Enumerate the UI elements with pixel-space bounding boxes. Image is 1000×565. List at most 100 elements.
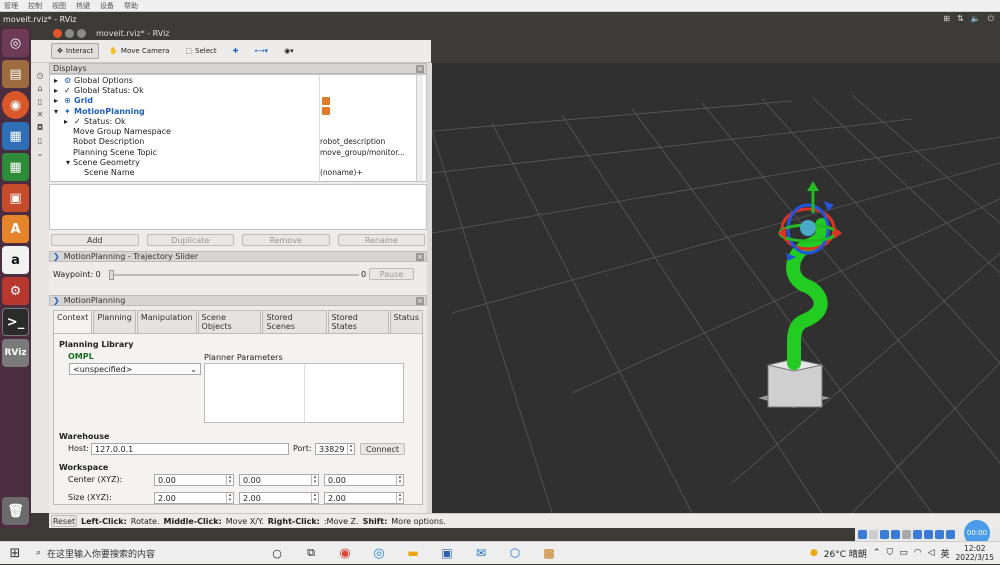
host-input[interactable]: 127.0.0.1: [91, 443, 289, 455]
display-icon[interactable]: [913, 530, 922, 539]
volume-icon[interactable]: 🔈: [971, 14, 981, 24]
vm-menu-item[interactable]: 控制: [28, 1, 42, 11]
taskbar-search-box[interactable]: ⌕ 在这里输入你要搜索的内容: [30, 542, 260, 565]
port-input[interactable]: 33829 ▴ ▾: [315, 443, 355, 455]
shared-folder-icon[interactable]: [902, 530, 911, 539]
virtualbox-icon[interactable]: ⬡: [498, 546, 532, 560]
chrome-icon[interactable]: ◉: [328, 546, 362, 561]
remove-button[interactable]: Remove: [242, 234, 330, 246]
pause-button[interactable]: Pause: [369, 268, 414, 280]
grid-enabled-checkbox[interactable]: [322, 96, 330, 105]
tab-scene-objects[interactable]: Scene Objects: [197, 310, 262, 333]
down-icon[interactable]: ⌄: [37, 149, 44, 158]
volume-icon[interactable]: ◁: [928, 548, 935, 558]
power-icon[interactable]: ⏻: [988, 14, 994, 24]
edge-icon[interactable]: ◎: [362, 546, 396, 561]
vm-menu-item[interactable]: 管理: [4, 1, 18, 11]
close-panel-icon[interactable]: ×: [416, 252, 424, 261]
weather-text[interactable]: 26°C 晴朗: [824, 547, 867, 560]
size-y-input[interactable]: 2.00 ▴ ▾: [239, 492, 319, 504]
spin-arrows-icon[interactable]: ▴ ▾: [396, 475, 403, 485]
wifi-icon[interactable]: ◠: [914, 548, 922, 558]
clock-icon[interactable]: ◷: [37, 71, 44, 80]
trash-icon[interactable]: 🗑: [2, 497, 29, 525]
close-panel-icon[interactable]: ×: [416, 64, 424, 73]
spin-arrows-icon[interactable]: ▴ ▾: [347, 444, 354, 454]
record-icon[interactable]: [924, 530, 933, 539]
tab-planning[interactable]: Planning: [93, 310, 136, 333]
tab-stored-states[interactable]: Stored States: [327, 310, 389, 333]
duplicate-button[interactable]: Duplicate: [146, 234, 234, 246]
impress-icon[interactable]: ▣: [2, 184, 29, 212]
vm-menu-item[interactable]: 帮助: [124, 1, 138, 11]
tray-chevron-icon[interactable]: ⌃: [873, 548, 881, 558]
view-tool-button[interactable]: ◉▾: [278, 43, 300, 59]
move-camera-tool[interactable]: ✋ Move Camera: [103, 43, 175, 59]
firefox-icon[interactable]: ◉: [2, 91, 29, 119]
spin-arrows-icon[interactable]: ▴ ▾: [226, 475, 233, 485]
tree-row[interactable]: ▸ ✓ Global Status: Ok: [50, 85, 426, 95]
interact-tool[interactable]: ✥ Interact: [51, 43, 100, 59]
expand-arrow-icon[interactable]: ▸: [54, 86, 64, 95]
app-icon[interactable]: ▩: [532, 546, 566, 560]
cd-icon[interactable]: [869, 530, 878, 539]
motion-planning-enabled-checkbox[interactable]: [322, 106, 330, 115]
keyboard-icon[interactable]: ⊞: [943, 14, 950, 24]
tab-manipulation[interactable]: Manipulation: [136, 310, 197, 333]
calc-icon[interactable]: ▦: [2, 153, 29, 181]
network-icon[interactable]: ⇅: [957, 14, 964, 24]
defender-icon[interactable]: ⛉: [886, 548, 893, 558]
tree-row[interactable]: ▾ Scene Geometry: [50, 157, 426, 167]
vm-menu-item[interactable]: 视图: [52, 1, 66, 11]
close-panel-icon[interactable]: ×: [416, 296, 424, 305]
size-x-input[interactable]: 2.00 ▴ ▾: [154, 492, 234, 504]
tab-stored-scenes[interactable]: Stored Scenes: [262, 310, 327, 333]
rename-button[interactable]: Rename: [337, 234, 425, 246]
widgets-icon[interactable]: ⧉: [294, 546, 328, 560]
x-icon[interactable]: ✕: [37, 110, 44, 119]
tree-row[interactable]: ▸ ⊕ Grid: [50, 96, 426, 106]
close-icon[interactable]: [53, 28, 62, 38]
software-center-icon[interactable]: A: [2, 215, 29, 243]
add-button[interactable]: Add: [51, 234, 139, 246]
minimize-icon[interactable]: [65, 28, 74, 38]
cpu-icon[interactable]: [935, 530, 944, 539]
camera-small-icon[interactable]: ◘: [37, 123, 43, 132]
terminal-icon[interactable]: >_: [2, 308, 29, 336]
reset-button[interactable]: Reset: [51, 515, 77, 527]
measure-tool-button[interactable]: ⟷▾: [249, 43, 275, 59]
planning-scene-topic-value[interactable]: move_group/monitor...: [320, 148, 405, 157]
tree-row[interactable]: Planning Scene Topic move_group/monitor.…: [50, 147, 426, 157]
rviz-icon[interactable]: RViz: [2, 339, 29, 367]
spin-arrows-icon[interactable]: ▴ ▾: [311, 475, 318, 485]
waypoint-slider[interactable]: [109, 274, 359, 276]
size-z-input[interactable]: 2.00 ▴ ▾: [324, 492, 404, 504]
writer-icon[interactable]: ▦: [2, 122, 29, 150]
mail-icon[interactable]: ✉: [464, 546, 498, 560]
collapse-arrow-icon[interactable]: ▾: [54, 107, 64, 116]
tab-context[interactable]: Context: [53, 310, 93, 333]
center-z-input[interactable]: 0.00 ▴ ▾: [324, 474, 404, 486]
expand-arrow-icon[interactable]: ▸: [64, 117, 74, 126]
select-tool[interactable]: ⬚ Select: [179, 43, 222, 59]
network-adapter-icon[interactable]: [891, 530, 900, 539]
slider-handle[interactable]: [109, 270, 114, 280]
3d-viewport[interactable]: [432, 63, 1000, 513]
battery-icon[interactable]: ▭: [899, 548, 908, 558]
files-icon[interactable]: ▤: [2, 60, 29, 88]
tab-status[interactable]: Status: [389, 310, 423, 333]
expand-arrow-icon[interactable]: ▸: [54, 76, 64, 85]
tree-row[interactable]: ▸ ✓ Status: Ok: [50, 116, 426, 126]
center-x-input[interactable]: 0.00 ▴ ▾: [154, 474, 234, 486]
tree-row[interactable]: Move Group Namespace: [50, 126, 426, 136]
spin-arrows-icon[interactable]: ▴ ▾: [226, 493, 233, 503]
tree-row[interactable]: Robot Description robot_description: [50, 137, 426, 147]
maximize-icon[interactable]: [77, 28, 86, 38]
spin-arrows-icon[interactable]: ▴ ▾: [311, 493, 318, 503]
expand-arrow-icon[interactable]: ▸: [54, 96, 64, 105]
usb-icon[interactable]: [880, 530, 889, 539]
task-view-icon[interactable]: ○: [260, 547, 294, 560]
ime-indicator[interactable]: 英: [941, 547, 950, 560]
doc-icon[interactable]: ▯: [38, 97, 42, 106]
explorer-icon[interactable]: ▬: [396, 546, 430, 560]
